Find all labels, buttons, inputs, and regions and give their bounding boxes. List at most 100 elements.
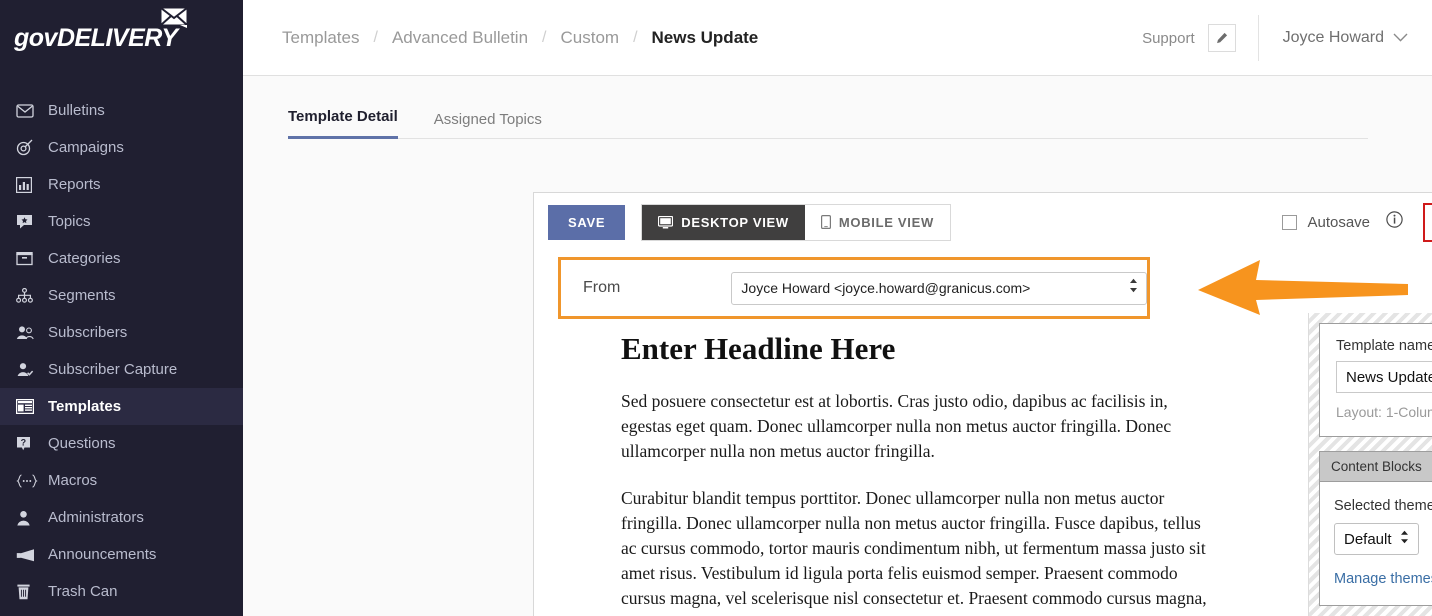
hierarchy-icon [16, 288, 42, 303]
topbar-right: Support Joyce Howard [1142, 0, 1432, 76]
sidebar-item-templates[interactable]: Templates [0, 388, 243, 425]
layout-window-icon [16, 399, 42, 414]
brand-logo[interactable]: govDELIVERY [0, 0, 243, 76]
sidebar-item-label: Administrators [48, 509, 144, 526]
sidebar-item-label: Macros [48, 472, 97, 489]
theme-value: Default [1344, 531, 1392, 548]
sidebar-item-label: Reports [48, 176, 101, 193]
user-menu[interactable]: Joyce Howard [1259, 29, 1432, 47]
tab-content-blocks[interactable]: Content Blocks [1319, 451, 1432, 482]
tab-bar: Template Detail Assigned Topics [243, 76, 1432, 139]
sidebar-item-label: Bulletins [48, 102, 105, 119]
tab-template-detail[interactable]: Template Detail [288, 108, 398, 139]
megaphone-icon [16, 548, 42, 562]
mobile-view-button[interactable]: MOBILE VIEW [805, 205, 950, 240]
person-icon [16, 510, 42, 526]
brand-name: govDELIVERY [14, 24, 178, 53]
breadcrumb-item-templates[interactable]: Templates [282, 28, 359, 48]
topbar: Templates / Advanced Bulletin / Custom /… [243, 0, 1432, 76]
app-root: govDELIVERY Bulletins Campaigns [0, 0, 1432, 616]
sidebar-item-label: Announcements [48, 546, 156, 563]
sidebar-item-label: Subscribers [48, 324, 127, 341]
sidebar-item-questions[interactable]: ? Questions [0, 425, 243, 462]
breadcrumb-separator: / [373, 29, 377, 47]
info-circle-icon[interactable] [1386, 211, 1403, 233]
autosave-label: Autosave [1307, 214, 1370, 231]
sidebar-item-label: Subscriber Capture [48, 361, 177, 378]
from-field-highlight: From Joyce Howard <joyce.howard@granicus… [558, 257, 1150, 319]
template-name-label-text: Template name [1336, 338, 1432, 354]
manage-themes-link[interactable]: Manage themes [1334, 571, 1432, 587]
layout-note: Layout: 1-Column-Responsive [1336, 404, 1432, 420]
from-label: From [583, 279, 731, 297]
braces-dots-icon [16, 474, 42, 488]
inspector-tabs-card: Content Blocks Themes Selected theme (wi… [1319, 451, 1432, 606]
sidebar-item-label: Segments [48, 287, 116, 304]
user-check-icon [16, 362, 42, 377]
sidebar-item-campaigns[interactable]: Campaigns [0, 129, 243, 166]
svg-text:?: ? [21, 437, 27, 447]
sidebar-item-label: Templates [48, 398, 121, 415]
envelope-icon [16, 104, 42, 118]
sidebar-item-trash-can[interactable]: Trash Can [0, 573, 243, 610]
template-editor-panel: SAVE DESKTOP VIEW MOBILE VIEW [533, 192, 1432, 616]
preview-paragraph-1[interactable]: Sed posuere consectetur est at lobortis.… [621, 389, 1211, 464]
selected-theme-label: Selected theme (will be default) [1334, 498, 1432, 514]
sidebar-item-bulletins[interactable]: Bulletins [0, 92, 243, 129]
pencil-icon[interactable] [1208, 24, 1236, 52]
sidebar-item-label: Categories [48, 250, 121, 267]
email-preview: Enter Headline Here Sed posuere consecte… [558, 327, 1432, 616]
preview-paragraph-2[interactable]: Curabitur blandit tempus porttitor. Done… [621, 486, 1211, 616]
sidebar-item-label: Topics [48, 213, 91, 230]
desktop-view-button[interactable]: DESKTOP VIEW [642, 205, 805, 240]
sidebar-item-topics[interactable]: Topics [0, 203, 243, 240]
inspector-tabstrip: Content Blocks Themes [1319, 451, 1432, 482]
delete-template-button[interactable]: DELETE TEMPLATE [1423, 203, 1432, 242]
autosave-checkbox[interactable] [1282, 215, 1297, 230]
sidebar-item-subscriber-capture[interactable]: Subscriber Capture [0, 351, 243, 388]
theme-select[interactable]: Default [1334, 523, 1419, 555]
toolbar-right-group: Autosave DELETE TEMPLATE [1282, 193, 1432, 251]
bar-chart-icon [16, 177, 42, 193]
from-select[interactable]: Joyce Howard <joyce.howard@granicus.com> [731, 272, 1147, 305]
tab-assigned-topics[interactable]: Assigned Topics [434, 111, 542, 139]
desktop-view-label: DESKTOP VIEW [681, 215, 789, 230]
sidebar-item-macros[interactable]: Macros [0, 462, 243, 499]
sidebar-item-announcements[interactable]: Announcements [0, 536, 243, 573]
updown-spinner-icon [1129, 278, 1138, 298]
sidebar-item-reports[interactable]: Reports [0, 166, 243, 203]
sidebar-item-label: Questions [48, 435, 116, 452]
view-mode-toggle: DESKTOP VIEW MOBILE VIEW [641, 204, 951, 241]
sidebar-item-segments[interactable]: Segments [0, 277, 243, 314]
sidebar-item-subscribers[interactable]: Subscribers [0, 314, 243, 351]
chevron-down-icon [1393, 29, 1408, 47]
monitor-icon [658, 216, 673, 229]
sidebar-item-administrators[interactable]: Administrators [0, 499, 243, 536]
main-area: Templates / Advanced Bulletin / Custom /… [243, 0, 1432, 616]
trash-icon [16, 584, 42, 600]
sidebar: govDELIVERY Bulletins Campaigns [0, 0, 243, 616]
theme-links: Manage themes Customize theme [1334, 571, 1432, 587]
updown-spinner-icon [1400, 530, 1409, 548]
sidebar-nav: Bulletins Campaigns Reports Topics [0, 92, 243, 610]
breadcrumb-separator: / [633, 29, 637, 47]
breadcrumb-item-current: News Update [652, 28, 759, 48]
save-button[interactable]: SAVE [548, 205, 625, 240]
themes-tab-body: Selected theme (will be default) Default… [1319, 481, 1432, 606]
breadcrumb-separator: / [542, 29, 546, 47]
inspector-panel: Template name* News Update Layout: 1-Col… [1308, 313, 1432, 616]
archive-box-icon [16, 251, 42, 266]
editor-toolbar: SAVE DESKTOP VIEW MOBILE VIEW [534, 193, 1432, 251]
breadcrumb-item-advanced-bulletin[interactable]: Advanced Bulletin [392, 28, 528, 48]
template-name-input[interactable]: News Update [1336, 361, 1432, 393]
users-icon [16, 325, 42, 340]
target-icon [16, 139, 42, 156]
phone-icon [821, 215, 831, 229]
support-link[interactable]: Support [1142, 30, 1195, 47]
mobile-view-label: MOBILE VIEW [839, 215, 934, 230]
template-name-card: Template name* News Update Layout: 1-Col… [1319, 323, 1432, 437]
envelope-logo-icon [160, 6, 190, 28]
sidebar-item-categories[interactable]: Categories [0, 240, 243, 277]
breadcrumb-item-custom[interactable]: Custom [560, 28, 619, 48]
question-badge-icon: ? [16, 436, 42, 452]
